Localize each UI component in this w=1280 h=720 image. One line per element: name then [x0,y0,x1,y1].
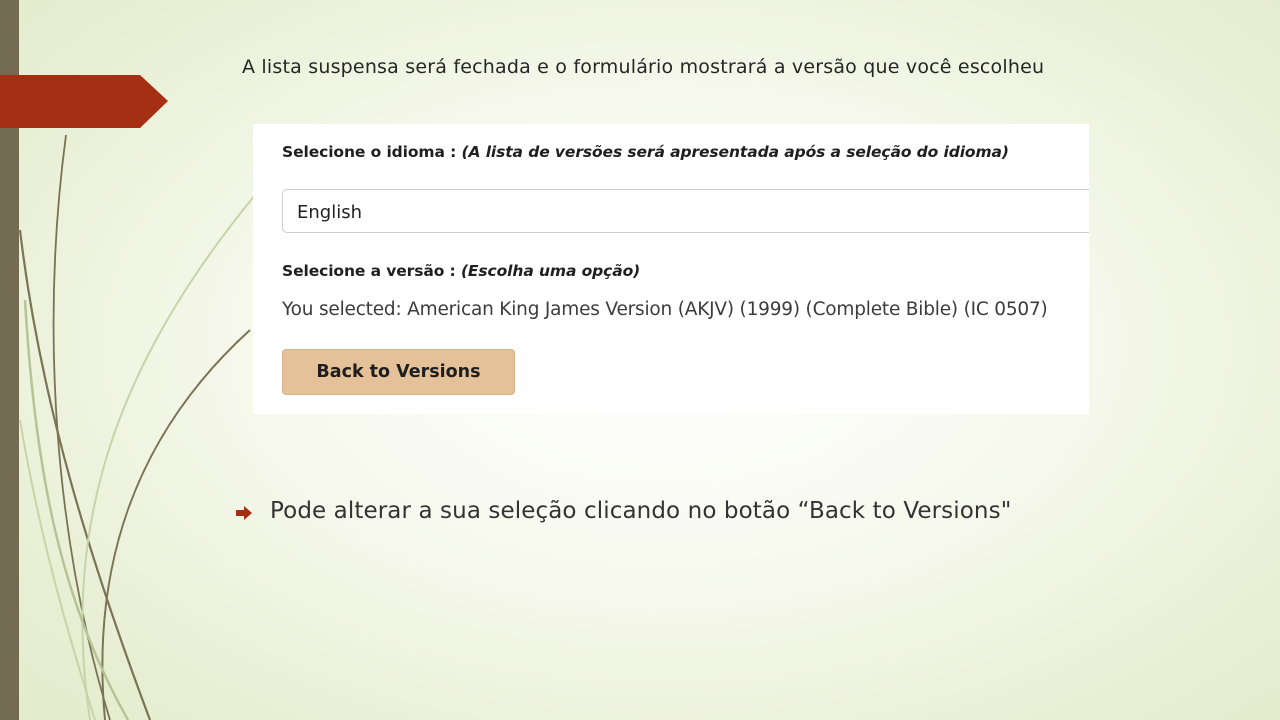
language-label: Selecione o idioma : (A lista de versões… [282,143,1009,161]
language-select[interactable]: English [282,189,1089,233]
language-select-value: English [297,202,362,223]
version-label-text: Selecione a versão : [282,262,461,280]
arrow-banner [0,75,168,128]
back-to-versions-button[interactable]: Back to Versions [282,349,515,395]
bullet-text: Pode alterar a sua seleção clicando no b… [270,498,1012,524]
form-screenshot: Selecione o idioma : (A lista de versões… [253,124,1089,414]
language-hint: (A lista de versões será apresentada apó… [461,143,1009,161]
selected-version-text: You selected: American King James Versio… [282,299,1048,320]
version-hint: (Escolha uma opção) [460,262,641,280]
language-label-text: Selecione o idioma : [282,143,462,161]
version-label: Selecione a versão : (Escolha uma opção) [282,262,640,280]
right-arrow-bullet-icon [236,506,252,520]
slide-title: A lista suspensa será fechada e o formul… [242,56,1045,78]
